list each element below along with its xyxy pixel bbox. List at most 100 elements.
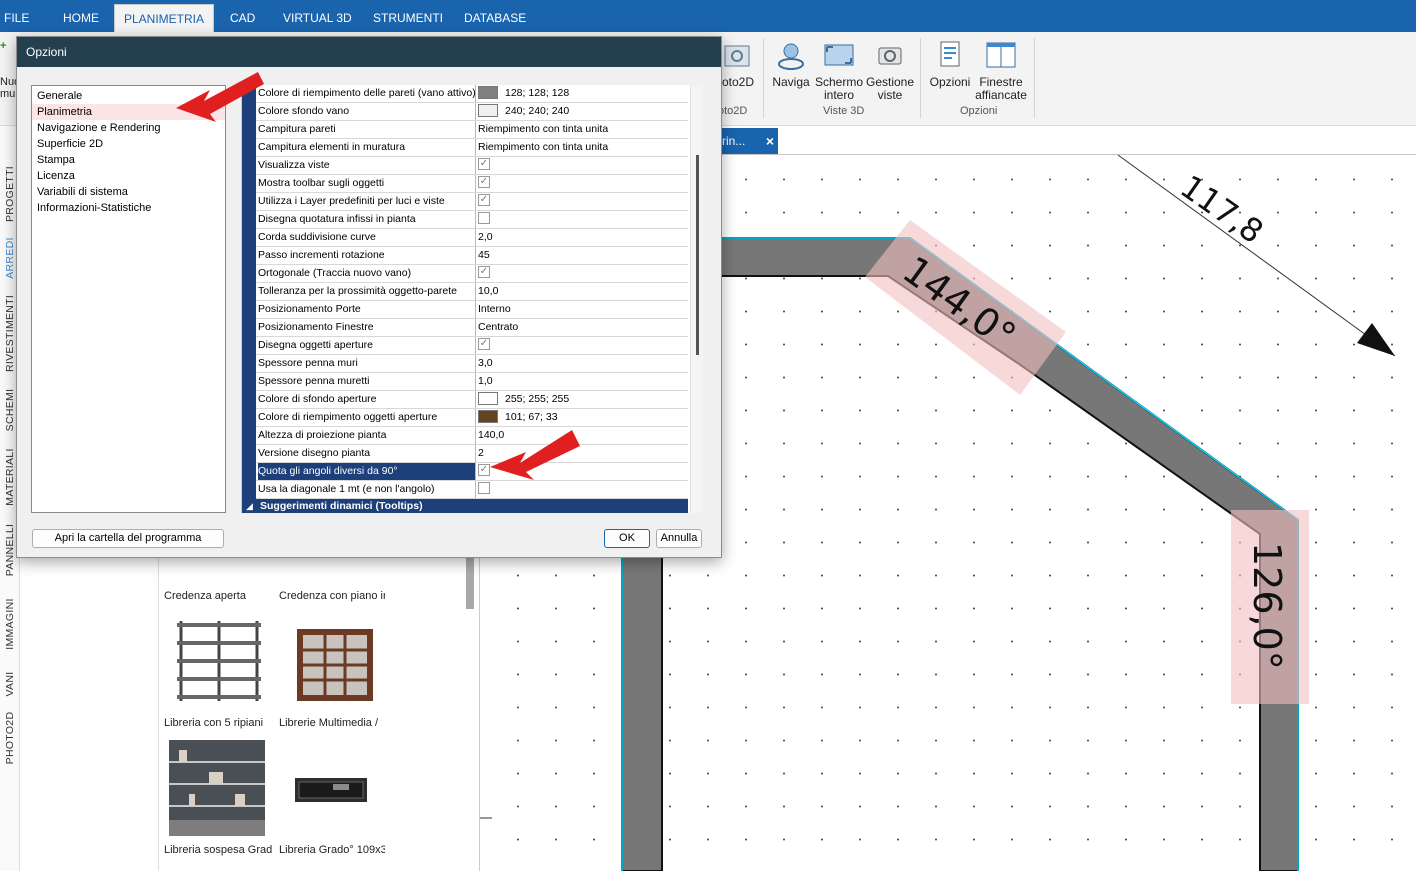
property-value[interactable]: Centrato: [478, 319, 688, 336]
property-row[interactable]: Posizionamento Finestre Centrato: [256, 319, 688, 337]
property-value[interactable]: Interno: [478, 301, 688, 318]
menu-tab-planimetria[interactable]: PLANIMETRIA: [114, 4, 214, 32]
document-tab[interactable]: rin... ×: [718, 128, 778, 154]
menu-tab-home[interactable]: HOME: [63, 0, 99, 32]
gestione-viste-button[interactable]: Gestione viste: [865, 38, 915, 102]
property-checkbox[interactable]: ✓: [478, 176, 490, 189]
scrollbar-thumb[interactable]: [696, 155, 699, 355]
property-row[interactable]: Corda suddivisione curve 2,0: [256, 229, 688, 247]
vtab-schemi[interactable]: SCHEMI: [4, 372, 16, 448]
property-grid-scrollbar[interactable]: [690, 85, 703, 513]
property-value[interactable]: ✓: [478, 337, 688, 354]
photo2d-button[interactable]: oto2D: [716, 38, 760, 89]
naviga-button[interactable]: Naviga: [769, 38, 813, 89]
close-icon[interactable]: ×: [766, 128, 774, 154]
dialog-title[interactable]: Opzioni: [17, 37, 721, 67]
property-value[interactable]: 128; 128; 128: [478, 85, 688, 102]
property-row[interactable]: Disegna quotatura infissi in pianta: [256, 211, 688, 229]
color-swatch[interactable]: [478, 409, 498, 423]
property-checkbox[interactable]: [478, 212, 490, 225]
property-row[interactable]: Spessore penna muretti 1,0: [256, 373, 688, 391]
property-value[interactable]: ✓: [478, 175, 688, 192]
property-row[interactable]: Disegna oggetti aperture ✓: [256, 337, 688, 355]
vtab-pannelli[interactable]: PANNELLI: [4, 512, 16, 588]
property-row[interactable]: Ortogonale (Traccia nuovo vano) ✓: [256, 265, 688, 283]
ok-button[interactable]: OK: [604, 529, 650, 548]
menu-tab-virtual-3d[interactable]: VIRTUAL 3D: [283, 0, 352, 32]
color-swatch[interactable]: [478, 103, 498, 117]
property-value[interactable]: [478, 211, 688, 228]
category-superficie-2d[interactable]: Superficie 2D: [37, 136, 103, 152]
menu-tab-strumenti[interactable]: STRUMENTI: [373, 0, 443, 32]
section-header-tooltips[interactable]: ◢ Suggerimenti dinamici (Tooltips): [242, 499, 688, 513]
category-stampa[interactable]: Stampa: [37, 152, 75, 168]
property-value[interactable]: 2: [478, 445, 688, 462]
color-swatch[interactable]: [478, 85, 498, 99]
property-row[interactable]: Colore di riempimento oggetti aperture 10…: [256, 409, 688, 427]
property-row[interactable]: Colore di sfondo aperture 255; 255; 255: [256, 391, 688, 409]
library-scrollbar[interactable]: [466, 555, 474, 609]
wall-shelf-thumbnail[interactable]: [169, 740, 265, 836]
vtab-photo2d[interactable]: PHOTO2D: [4, 700, 16, 776]
menu-tab-file[interactable]: FILE: [4, 0, 29, 32]
schermo-intero-button[interactable]: Schermo intero: [813, 38, 865, 102]
color-swatch[interactable]: [478, 391, 498, 405]
property-row[interactable]: Colore di riempimento delle pareti (vano…: [256, 85, 688, 103]
open-program-folder-button[interactable]: Apri la cartella del programma: [32, 529, 224, 548]
property-checkbox[interactable]: ✓: [478, 158, 490, 171]
property-row[interactable]: Posizionamento Porte Interno: [256, 301, 688, 319]
category-licenza[interactable]: Licenza: [37, 168, 75, 184]
menu-tab-cad[interactable]: CAD: [230, 0, 255, 32]
property-row[interactable]: Passo incrementi rotazione 45: [256, 247, 688, 265]
vtab-arredi[interactable]: ARREDI: [4, 220, 16, 296]
shelf-thumbnail[interactable]: [171, 613, 267, 709]
property-value[interactable]: 255; 255; 255: [478, 391, 688, 408]
opzioni-button[interactable]: Opzioni: [926, 38, 974, 89]
category-generale[interactable]: Generale: [37, 88, 82, 104]
property-value[interactable]: 2,0: [478, 229, 688, 246]
property-row[interactable]: Spessore penna muri 3,0: [256, 355, 688, 373]
vtab-rivestimenti[interactable]: RIVESTIMENTI: [4, 295, 16, 372]
category-planimetria[interactable]: Planimetria: [32, 104, 225, 120]
property-row[interactable]: Quota gli angoli diversi da 90° ✓: [256, 463, 688, 481]
property-value[interactable]: Riempimento con tinta unita: [478, 139, 688, 156]
category-informazioni-statistiche[interactable]: Informazioni-Statistiche: [37, 200, 151, 216]
property-row[interactable]: Visualizza viste ✓: [256, 157, 688, 175]
finestre-affiancate-button[interactable]: Finestre affiancate: [974, 38, 1028, 102]
property-value[interactable]: [478, 481, 688, 498]
property-row[interactable]: Utilizza i Layer predefiniti per luci e …: [256, 193, 688, 211]
property-value[interactable]: 45: [478, 247, 688, 264]
category-variabili-sistema[interactable]: Variabili di sistema: [37, 184, 128, 200]
cancel-button[interactable]: Annulla: [656, 529, 702, 548]
property-checkbox[interactable]: ✓: [478, 194, 490, 207]
property-value[interactable]: ✓: [478, 193, 688, 210]
property-value[interactable]: 1,0: [478, 373, 688, 390]
category-navigazione-rendering[interactable]: Navigazione e Rendering: [37, 120, 161, 136]
vtab-materiali[interactable]: MATERIALI: [4, 439, 16, 515]
property-value[interactable]: Riempimento con tinta unita: [478, 121, 688, 138]
property-value[interactable]: ✓: [478, 265, 688, 282]
property-row[interactable]: Versione disegno pianta 2: [256, 445, 688, 463]
property-checkbox[interactable]: ✓: [478, 464, 490, 477]
property-checkbox[interactable]: ✓: [478, 338, 490, 351]
property-checkbox[interactable]: ✓: [478, 266, 490, 279]
bookcase-thumbnail[interactable]: [287, 613, 383, 709]
property-row[interactable]: Altezza di proiezione pianta 140,0: [256, 427, 688, 445]
property-row[interactable]: Campitura pareti Riempimento con tinta un…: [256, 121, 688, 139]
property-value[interactable]: ✓: [478, 157, 688, 174]
property-value[interactable]: ✓: [478, 463, 688, 480]
property-row[interactable]: Mostra toolbar sugli oggetti ✓: [256, 175, 688, 193]
property-row[interactable]: Usa la diagonale 1 mt (e non l'angolo): [256, 481, 688, 499]
property-row[interactable]: Colore sfondo vano 240; 240; 240: [256, 103, 688, 121]
plus-icon[interactable]: +: [0, 40, 6, 52]
property-value[interactable]: 10,0: [478, 283, 688, 300]
property-row[interactable]: Tolleranza per la prossimità oggetto-par…: [256, 283, 688, 301]
property-checkbox[interactable]: [478, 482, 490, 495]
property-value[interactable]: 101; 67; 33: [478, 409, 688, 426]
wall-unit-thumbnail[interactable]: [283, 740, 379, 836]
menu-tab-database[interactable]: DATABASE: [464, 0, 526, 32]
property-value[interactable]: 3,0: [478, 355, 688, 372]
collapse-icon[interactable]: ◢: [246, 499, 253, 513]
property-value[interactable]: 240; 240; 240: [478, 103, 688, 120]
property-row[interactable]: Campitura elementi in muratura Riempiment…: [256, 139, 688, 157]
